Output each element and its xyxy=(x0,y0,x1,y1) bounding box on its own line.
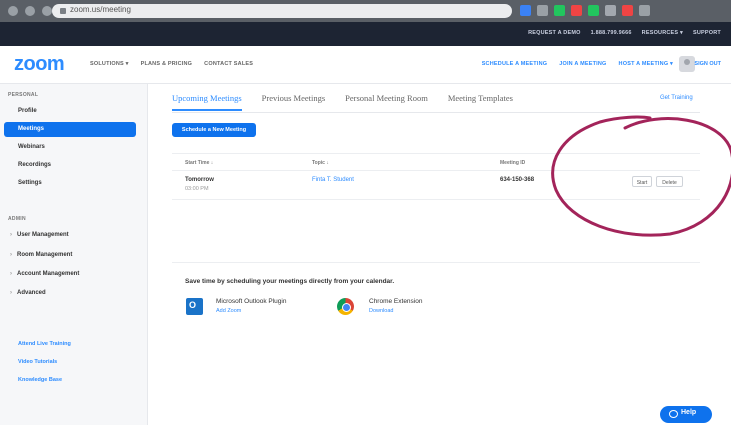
browser-extension-icon[interactable] xyxy=(622,5,633,16)
back-icon[interactable] xyxy=(8,6,18,16)
calendar-promo-title: Save time by scheduling your meetings di… xyxy=(185,278,395,285)
extension-icons xyxy=(520,5,650,16)
help-button-label: Help xyxy=(681,409,697,416)
browser-extension-icon[interactable] xyxy=(537,5,548,16)
sidebar-item-account-management[interactable]: Account Management xyxy=(10,271,79,277)
chrome-icon xyxy=(337,298,354,315)
solutions-menu[interactable]: SOLUTIONS ▾ xyxy=(90,61,129,67)
schedule-meeting-link[interactable]: SCHEDULE A MEETING xyxy=(482,61,548,67)
personal-section-label: PERSONAL xyxy=(8,92,39,98)
sidebar-item-settings[interactable]: Settings xyxy=(4,176,136,191)
column-header-start-time[interactable]: Start Time ↓ xyxy=(185,160,213,166)
download-extension-link[interactable]: Download xyxy=(369,308,393,314)
reload-icon[interactable] xyxy=(42,6,52,16)
table-top-divider xyxy=(172,153,700,154)
host-meeting-menu[interactable]: HOST A MEETING ▾ xyxy=(619,61,673,67)
tab-previous-meetings[interactable]: Previous Meetings xyxy=(262,93,326,111)
table-row-divider xyxy=(172,199,700,200)
tab-personal-meeting-room[interactable]: Personal Meeting Room xyxy=(345,93,428,111)
promo-divider xyxy=(172,262,700,263)
sidebar-item-room-management[interactable]: Room Management xyxy=(10,252,72,258)
join-meeting-link[interactable]: JOIN A MEETING xyxy=(559,61,606,67)
browser-toolbar: zoom.us/meeting xyxy=(0,0,731,22)
knowledge-base-link[interactable]: Knowledge Base xyxy=(18,377,62,383)
browser-extension-icon[interactable] xyxy=(639,5,650,16)
sidebar-item-user-management[interactable]: User Management xyxy=(10,232,69,238)
address-url: zoom.us/meeting xyxy=(70,5,131,14)
browser-extension-icon[interactable] xyxy=(571,5,582,16)
main-nav: SOLUTIONS ▾ PLANS & PRICING CONTACT SALE… xyxy=(90,61,253,67)
meeting-start-time: 03:00 PM xyxy=(185,186,209,192)
support-link[interactable]: SUPPORT xyxy=(693,30,721,36)
tabs-divider xyxy=(172,112,700,113)
utility-bar: REQUEST A DEMO 1.888.799.9666 RESOURCES … xyxy=(0,22,731,46)
phone-number-link[interactable]: 1.888.799.9666 xyxy=(591,30,632,36)
lock-icon xyxy=(60,8,66,14)
outlook-plugin-name: Microsoft Outlook Plugin xyxy=(216,298,287,305)
site-header: zoom SOLUTIONS ▾ PLANS & PRICING CONTACT… xyxy=(0,46,731,84)
sidebar: PERSONAL Profile Meetings Webinars Recor… xyxy=(0,84,148,425)
tab-meeting-templates[interactable]: Meeting Templates xyxy=(448,93,513,111)
outlook-icon xyxy=(186,298,203,315)
zoom-logo[interactable]: zoom xyxy=(14,53,65,76)
browser-extension-icon[interactable] xyxy=(554,5,565,16)
sidebar-item-advanced[interactable]: Advanced xyxy=(10,290,46,296)
column-header-meeting-id: Meeting ID xyxy=(500,160,526,166)
help-button[interactable]: Help xyxy=(660,406,712,423)
chat-bubble-icon xyxy=(669,410,678,418)
plans-pricing-link[interactable]: PLANS & PRICING xyxy=(141,61,193,67)
sidebar-item-webinars[interactable]: Webinars xyxy=(4,140,136,155)
browser-extension-icon[interactable] xyxy=(605,5,616,16)
meeting-tabs: Upcoming Meetings Previous Meetings Pers… xyxy=(172,93,513,111)
table-header-divider xyxy=(172,170,700,171)
chrome-extension-name: Chrome Extension xyxy=(369,298,423,305)
browser-extension-icon[interactable] xyxy=(588,5,599,16)
start-meeting-button[interactable]: Start xyxy=(632,176,652,187)
tab-upcoming-meetings[interactable]: Upcoming Meetings xyxy=(172,93,242,111)
browser-nav-buttons xyxy=(8,6,52,16)
address-bar[interactable]: zoom.us/meeting xyxy=(52,4,512,18)
header-actions: SCHEDULE A MEETING JOIN A MEETING HOST A… xyxy=(482,61,673,67)
forward-icon[interactable] xyxy=(25,6,35,16)
attend-live-training-link[interactable]: Attend Live Training xyxy=(18,341,71,347)
sign-out-link[interactable]: SIGN OUT xyxy=(694,61,721,67)
delete-meeting-button[interactable]: Delete xyxy=(656,176,683,187)
meeting-topic-link[interactable]: Finta T. Student xyxy=(312,177,354,183)
add-zoom-link[interactable]: Add Zoom xyxy=(216,308,241,314)
sidebar-item-profile[interactable]: Profile xyxy=(4,104,136,119)
admin-section-label: ADMIN xyxy=(8,216,26,222)
column-header-topic[interactable]: Topic ↓ xyxy=(312,160,329,166)
sidebar-item-meetings[interactable]: Meetings xyxy=(4,122,136,137)
get-training-link[interactable]: Get Training xyxy=(660,95,693,101)
request-demo-link[interactable]: REQUEST A DEMO xyxy=(528,30,581,36)
avatar[interactable] xyxy=(679,56,695,72)
schedule-new-meeting-button[interactable]: Schedule a New Meeting xyxy=(172,123,256,137)
meeting-start-day: Tomorrow xyxy=(185,177,214,183)
contact-sales-link[interactable]: CONTACT SALES xyxy=(204,61,253,67)
video-tutorials-link[interactable]: Video Tutorials xyxy=(18,359,57,365)
browser-extension-icon[interactable] xyxy=(520,5,531,16)
resources-menu[interactable]: RESOURCES ▾ xyxy=(642,30,683,36)
sidebar-item-recordings[interactable]: Recordings xyxy=(4,158,136,173)
meeting-id: 634-150-368 xyxy=(500,177,535,183)
